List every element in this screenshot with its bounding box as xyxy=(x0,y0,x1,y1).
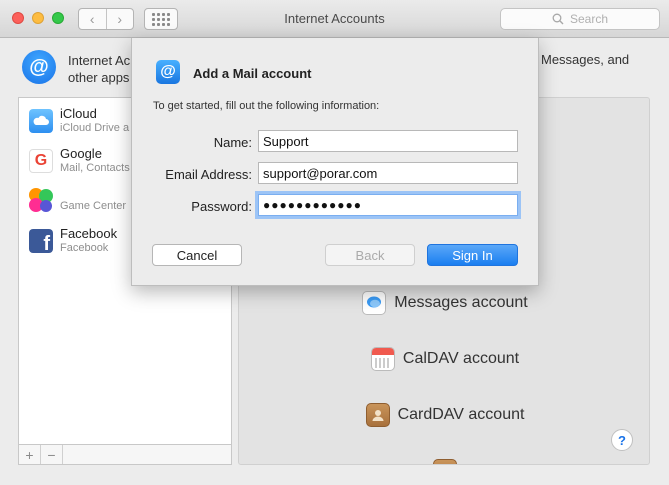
name-field[interactable]: Support xyxy=(258,130,518,152)
account-detail: Facebook xyxy=(60,242,109,254)
provider-label: CardDAV account xyxy=(397,406,525,423)
account-detail: Game Center xyxy=(60,200,127,212)
add-mail-account-sheet: @ Add a Mail account To get started, fil… xyxy=(131,38,539,286)
google-icon: G xyxy=(29,149,53,173)
mail-at-icon: @ xyxy=(156,60,180,84)
provider-label: CalDAV account xyxy=(402,350,520,367)
password-field[interactable]: ●●●●●●●●●●●● xyxy=(258,194,518,216)
header-line-2: other apps xyxy=(68,70,130,85)
sheet-instructions: To get started, fill out the following i… xyxy=(153,100,380,112)
back-button[interactable]: Back xyxy=(325,244,415,266)
icloud-icon xyxy=(29,109,53,133)
provider-messages[interactable]: Messages account xyxy=(239,285,649,321)
header-description-end: Messages, and xyxy=(541,52,630,67)
email-field[interactable]: support@porar.com xyxy=(258,162,518,184)
game-center-icon xyxy=(27,186,55,214)
email-label: Email Address: xyxy=(165,167,252,182)
account-name: Facebook xyxy=(60,226,118,241)
account-name: Google xyxy=(60,146,102,161)
header-line-1: Internet Ac xyxy=(68,53,131,68)
add-account-button[interactable]: + xyxy=(19,445,41,464)
ldap-icon xyxy=(433,459,457,464)
account-list-footer: + − xyxy=(18,445,232,465)
account-detail: Mail, Contacts xyxy=(60,162,130,174)
provider-more[interactable] xyxy=(239,453,649,464)
contacts-icon xyxy=(365,403,390,427)
help-button[interactable]: ? xyxy=(611,429,633,451)
search-input[interactable]: Search xyxy=(500,8,660,30)
search-placeholder: Search xyxy=(569,12,609,26)
title-bar: ‹ › Internet Accounts Search xyxy=(0,0,669,38)
facebook-icon: f xyxy=(29,229,53,253)
name-label: Name: xyxy=(213,135,252,150)
provider-carddav[interactable]: CardDAV account xyxy=(239,397,649,433)
account-detail: iCloud Drive a xyxy=(60,122,130,134)
provider-label: Messages account xyxy=(394,294,528,311)
messages-icon xyxy=(362,291,387,315)
calendar-icon xyxy=(370,347,395,371)
search-icon xyxy=(552,13,564,25)
sheet-title: Add a Mail account xyxy=(193,66,312,81)
sign-in-button[interactable]: Sign In xyxy=(427,244,518,266)
cancel-button[interactable]: Cancel xyxy=(152,244,242,266)
provider-caldav[interactable]: CalDAV account xyxy=(239,341,649,377)
remove-account-button[interactable]: − xyxy=(41,445,63,464)
header-description: Internet Ac other apps xyxy=(68,52,130,86)
password-label: Password: xyxy=(191,199,252,214)
internet-accounts-icon: @ xyxy=(22,50,56,84)
account-name: iCloud xyxy=(60,106,97,121)
